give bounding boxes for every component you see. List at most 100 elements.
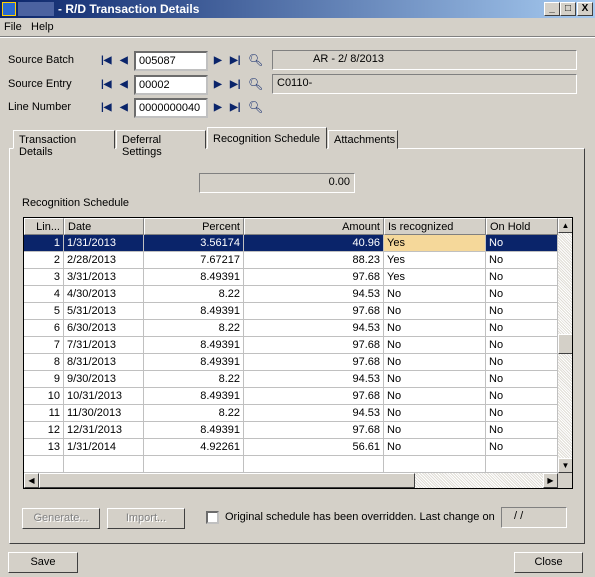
grid-cell[interactable]: 8.49391 <box>144 354 244 371</box>
tab-transaction-details[interactable]: Transaction Details <box>13 130 115 158</box>
horizontal-scroll-thumb[interactable] <box>39 473 415 488</box>
next-record-icon[interactable]: ▶ <box>214 55 222 66</box>
grid-cell[interactable]: 97.68 <box>244 354 384 371</box>
grid-cell[interactable]: No <box>486 320 558 337</box>
grid-cell[interactable]: 4/30/2013 <box>64 286 144 303</box>
grid-cell[interactable]: 11 <box>24 405 64 422</box>
grid-cell[interactable]: 2/28/2013 <box>64 252 144 269</box>
grid-cell[interactable]: No <box>486 371 558 388</box>
grid-cell[interactable]: No <box>486 235 558 252</box>
grid-cell[interactable]: No <box>384 422 486 439</box>
grid-cell[interactable]: No <box>486 422 558 439</box>
search-icon[interactable]: 🔍︎ <box>248 77 263 91</box>
grid-cell[interactable]: 3 <box>24 269 64 286</box>
column-header[interactable]: On Hold <box>486 218 558 235</box>
grid-cell[interactable]: 1/31/2014 <box>64 439 144 456</box>
search-icon[interactable]: 🔍︎ <box>248 100 263 114</box>
grid-cell[interactable]: 88.23 <box>244 252 384 269</box>
grid-cell[interactable]: 8.22 <box>144 320 244 337</box>
grid-cell[interactable]: 94.53 <box>244 320 384 337</box>
grid-cell[interactable]: 6/30/2013 <box>64 320 144 337</box>
grid-cell[interactable]: 8.49391 <box>144 422 244 439</box>
grid-cell[interactable]: No <box>384 371 486 388</box>
grid-cell[interactable]: No <box>384 286 486 303</box>
grid-cell[interactable]: 8.49391 <box>144 269 244 286</box>
grid-cell[interactable]: No <box>486 405 558 422</box>
grid-cell[interactable]: No <box>384 405 486 422</box>
scroll-left-button[interactable]: ◀ <box>24 473 39 488</box>
grid-cell[interactable]: No <box>486 252 558 269</box>
grid-cell[interactable]: 2 <box>24 252 64 269</box>
grid-cell[interactable]: 40.96 <box>244 235 384 252</box>
grid-cell[interactable]: 94.53 <box>244 405 384 422</box>
grid-cell[interactable]: 6 <box>24 320 64 337</box>
grid-cell[interactable]: No <box>486 354 558 371</box>
grid-cell[interactable]: 8/31/2013 <box>64 354 144 371</box>
menu-help[interactable]: Help <box>31 21 54 33</box>
scroll-down-button[interactable]: ▼ <box>558 458 572 473</box>
close-button[interactable]: Close <box>514 552 583 573</box>
grid-cell[interactable]: 97.68 <box>244 337 384 354</box>
save-button[interactable]: Save <box>8 552 78 573</box>
grid-cell[interactable]: No <box>384 388 486 405</box>
column-header[interactable]: Date <box>64 218 144 235</box>
grid-cell[interactable]: 9 <box>24 371 64 388</box>
grid-cell[interactable]: 8.22 <box>144 405 244 422</box>
recognition-schedule-grid[interactable]: Lin... Date Percent Amount Is recognized On H… <box>23 217 573 489</box>
grid-cell[interactable]: 4.92261 <box>144 439 244 456</box>
override-checkbox[interactable] <box>206 511 219 524</box>
last-record-icon[interactable]: ▶| <box>230 55 241 66</box>
grid-cell[interactable]: 8.22 <box>144 286 244 303</box>
grid-cell[interactable]: Yes <box>384 252 486 269</box>
grid-cell[interactable]: 1/31/2013 <box>64 235 144 252</box>
grid-cell[interactable]: 11/30/2013 <box>64 405 144 422</box>
tab-recognition-schedule[interactable]: Recognition Schedule <box>207 127 327 149</box>
grid-cell[interactable]: 97.68 <box>244 388 384 405</box>
next-record-icon[interactable]: ▶ <box>214 79 222 90</box>
import-button[interactable]: Import... <box>107 508 185 529</box>
grid-cell[interactable]: 97.68 <box>244 269 384 286</box>
previous-record-icon[interactable]: ◀ <box>120 55 128 66</box>
close-window-button[interactable]: X <box>577 2 593 16</box>
grid-cell[interactable]: 7 <box>24 337 64 354</box>
grid-cell[interactable]: 94.53 <box>244 286 384 303</box>
grid-cell[interactable]: 13 <box>24 439 64 456</box>
grid-cell[interactable]: 4 <box>24 286 64 303</box>
grid-cell[interactable]: 8 <box>24 354 64 371</box>
previous-record-icon[interactable]: ◀ <box>120 102 128 113</box>
source-batch-input[interactable]: 005087 <box>134 51 208 71</box>
previous-record-icon[interactable]: ◀ <box>120 79 128 90</box>
column-header[interactable]: Percent <box>144 218 244 235</box>
column-header[interactable]: Lin... <box>24 218 64 235</box>
grid-cell[interactable]: Yes <box>384 269 486 286</box>
generate-button[interactable]: Generate... <box>22 508 100 529</box>
grid-cell[interactable]: No <box>384 354 486 371</box>
grid-cell[interactable]: No <box>486 286 558 303</box>
line-number-input[interactable]: 0000000040 <box>134 98 208 118</box>
grid-cell[interactable]: 12/31/2013 <box>64 422 144 439</box>
grid-cell[interactable]: 97.68 <box>244 422 384 439</box>
tab-deferral-settings[interactable]: Deferral Settings <box>116 130 206 158</box>
grid-cell[interactable]: 8.49391 <box>144 303 244 320</box>
grid-cell[interactable]: 7/31/2013 <box>64 337 144 354</box>
grid-cell[interactable]: 10 <box>24 388 64 405</box>
grid-cell[interactable]: 8.49391 <box>144 388 244 405</box>
grid-cell[interactable]: No <box>486 388 558 405</box>
maximize-button[interactable]: □ <box>560 2 576 16</box>
column-header[interactable]: Is recognized <box>384 218 486 235</box>
tab-attachments[interactable]: Attachments <box>328 130 398 149</box>
next-record-icon[interactable]: ▶ <box>214 102 222 113</box>
grid-cell[interactable]: No <box>384 303 486 320</box>
scroll-right-button[interactable]: ▶ <box>543 473 558 488</box>
grid-cell[interactable]: 3.56174 <box>144 235 244 252</box>
vertical-scroll-thumb[interactable] <box>558 334 572 354</box>
grid-cell[interactable]: 7.67217 <box>144 252 244 269</box>
horizontal-scroll-track[interactable] <box>415 473 543 488</box>
grid-cell[interactable]: 8.22 <box>144 371 244 388</box>
grid-cell[interactable]: No <box>486 269 558 286</box>
source-entry-input[interactable]: 00002 <box>134 75 208 95</box>
grid-cell[interactable]: 8.49391 <box>144 337 244 354</box>
column-header[interactable]: Amount <box>244 218 384 235</box>
grid-cell[interactable]: No <box>486 439 558 456</box>
grid-cell[interactable]: No <box>384 337 486 354</box>
